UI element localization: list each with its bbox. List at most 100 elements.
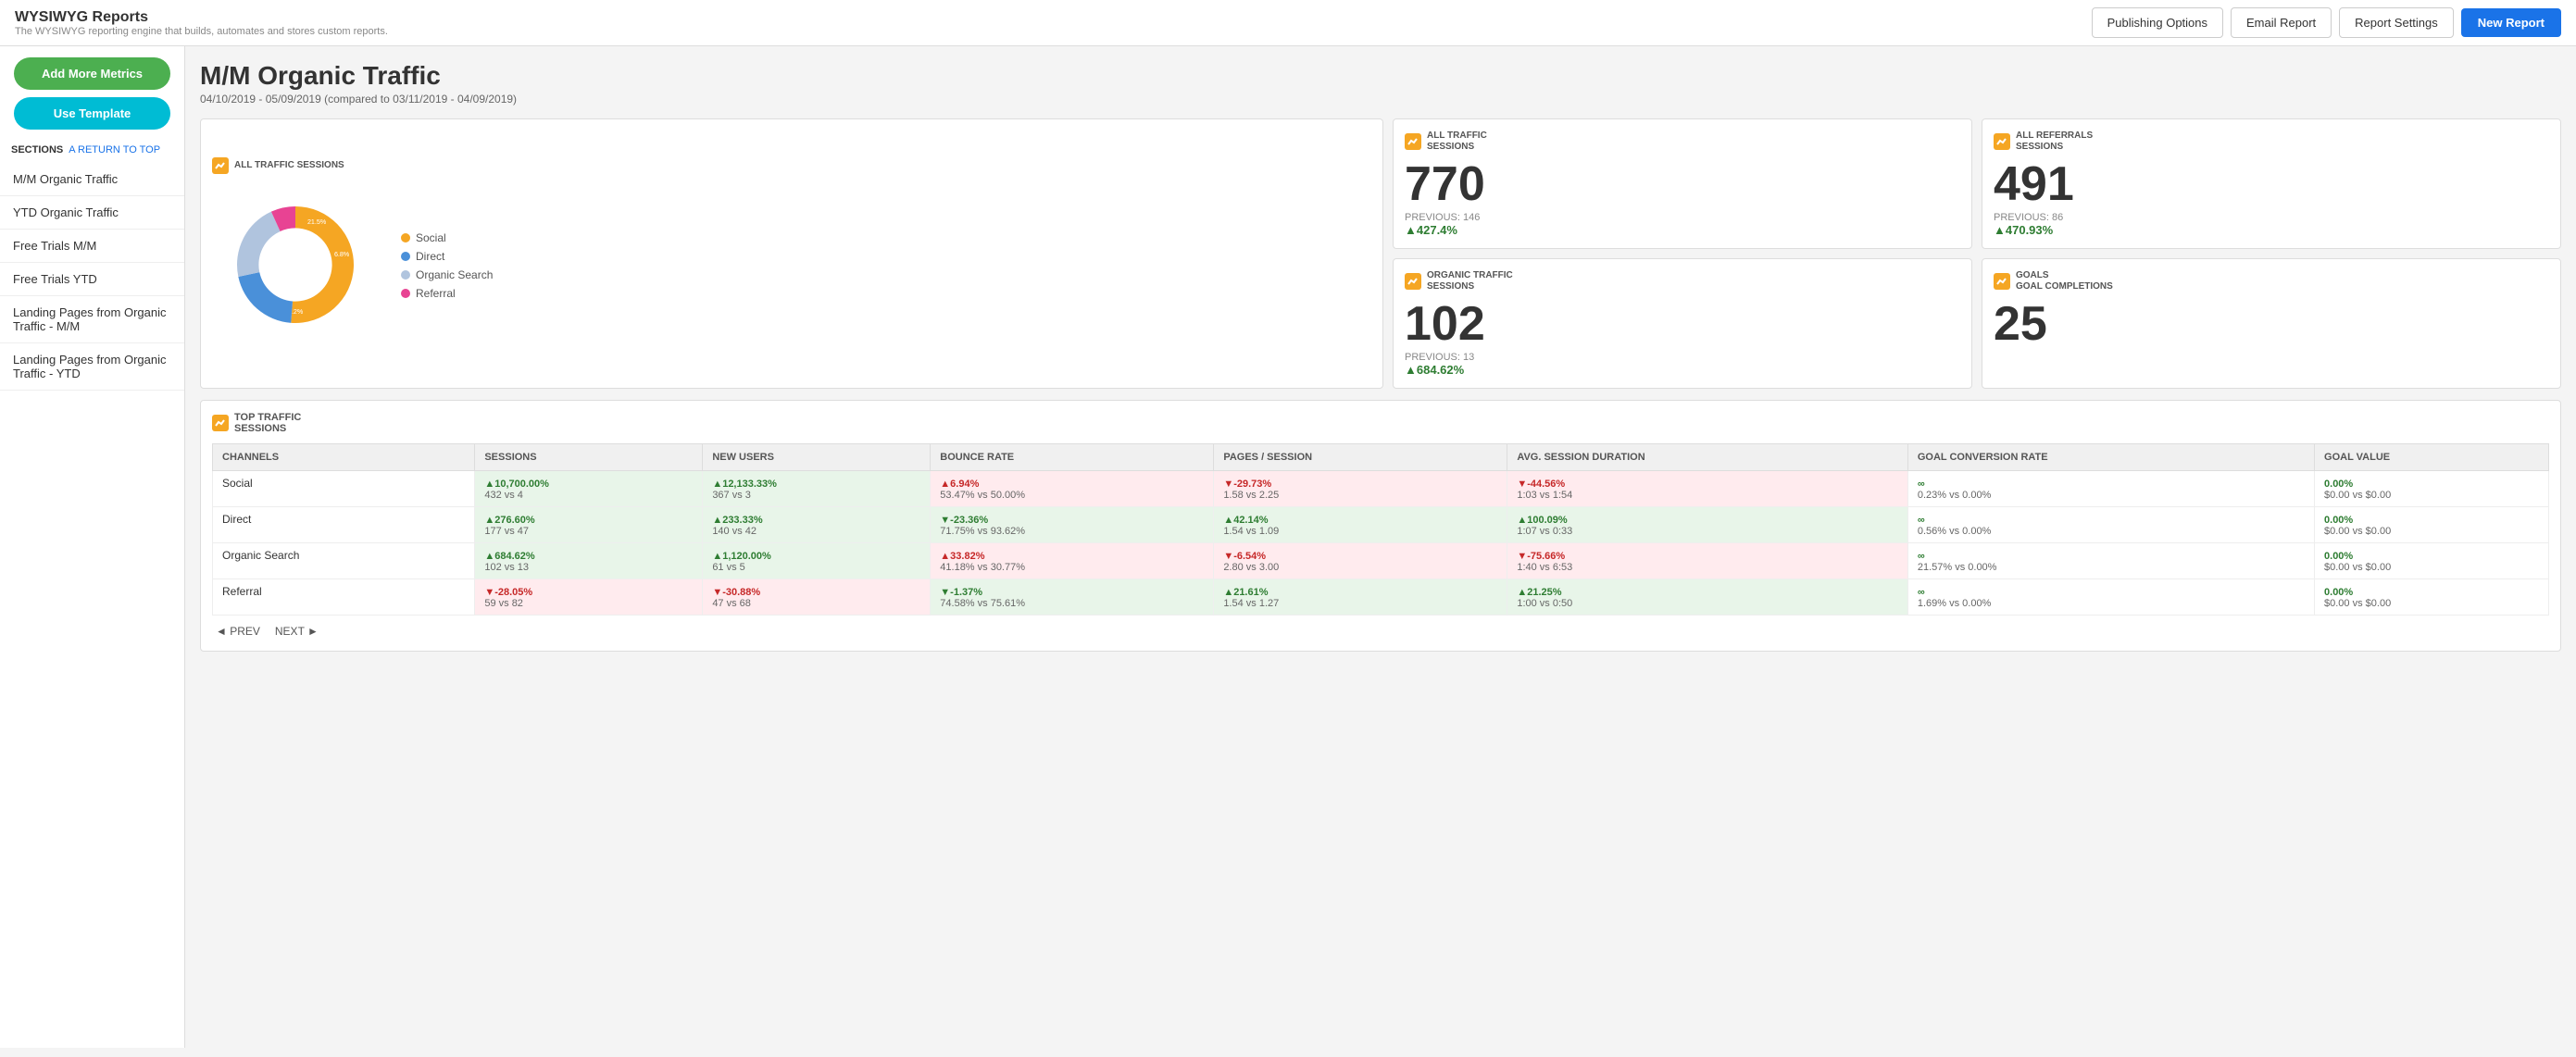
cell-change: ▼-44.56% bbox=[1517, 479, 1565, 490]
metric-cell: ▼-30.88%47 vs 68 bbox=[703, 579, 931, 616]
header-left: WYSIWYG Reports The WYSIWYG reporting en… bbox=[15, 9, 388, 37]
legend-item: Organic Search bbox=[401, 268, 493, 281]
cell-change: ∞ bbox=[1918, 515, 1925, 526]
add-more-metrics-button[interactable]: Add More Metrics bbox=[14, 57, 170, 90]
stat-card-header: ALL REFERRALSSESSIONS bbox=[1994, 131, 2549, 153]
next-page-button[interactable]: NEXT ► bbox=[271, 623, 322, 640]
metric-cell: ▼-1.37%74.58% vs 75.61% bbox=[931, 579, 1214, 616]
report-date-range: 04/10/2019 - 05/09/2019 (compared to 03/… bbox=[200, 93, 2561, 106]
stat-previous: PREVIOUS: 86 bbox=[1994, 212, 2549, 223]
app-title: WYSIWYG Reports bbox=[15, 9, 388, 26]
legend-dot bbox=[401, 289, 410, 298]
metric-cell: ∞0.56% vs 0.00% bbox=[1907, 507, 2314, 543]
cell-sub: 0.23% vs 0.00% bbox=[1918, 490, 2305, 501]
stat-label: ALL REFERRALSSESSIONS bbox=[2016, 131, 2093, 153]
metric-cell: ▼-29.73%1.58 vs 2.25 bbox=[1214, 471, 1507, 507]
sidebar-nav-item[interactable]: YTD Organic Traffic bbox=[0, 196, 184, 230]
cell-change: ▲21.61% bbox=[1223, 587, 1268, 598]
cell-sub: 47 vs 68 bbox=[712, 598, 920, 609]
legend-item: Social bbox=[401, 231, 493, 244]
cell-change: ▼-23.36% bbox=[940, 515, 988, 526]
top-traffic-label: TOP TRAFFIC SESSIONS bbox=[234, 412, 301, 434]
channel-cell: Direct bbox=[213, 507, 475, 543]
top-cards-row: ALL TRAFFIC SESSIONS 51.2%20.5%21.5%6.8%… bbox=[200, 118, 2561, 389]
cell-sub: 140 vs 42 bbox=[712, 526, 920, 537]
cell-sub: 59 vs 82 bbox=[484, 598, 693, 609]
sidebar: Add More Metrics Use Template SECTIONS A… bbox=[0, 46, 185, 1048]
channel-cell: Social bbox=[213, 471, 475, 507]
metric-cell: ▲1,120.00%61 vs 5 bbox=[703, 543, 931, 579]
stat-value: 491 bbox=[1994, 160, 2549, 208]
cell-sub: 74.58% vs 75.61% bbox=[940, 598, 1204, 609]
cell-change: ▼-75.66% bbox=[1517, 551, 1565, 562]
stat-card-all_referrals: ALL REFERRALSSESSIONS 491 PREVIOUS: 86 4… bbox=[1982, 118, 2561, 249]
cell-sub: 21.57% vs 0.00% bbox=[1918, 562, 2305, 573]
cell-change: ▲42.14% bbox=[1223, 515, 1268, 526]
sections-label: SECTIONS bbox=[11, 144, 63, 155]
metric-cell: ▲10,700.00%432 vs 4 bbox=[475, 471, 703, 507]
sidebar-sections-header: SECTIONS A RETURN TO TOP bbox=[0, 141, 184, 159]
cell-sub: 1.54 vs 1.27 bbox=[1223, 598, 1497, 609]
report-title: M/M Organic Traffic bbox=[200, 61, 2561, 91]
metric-cell: ▲100.09%1:07 vs 0:33 bbox=[1507, 507, 1908, 543]
stat-label: ORGANIC TRAFFICSESSIONS bbox=[1427, 270, 1513, 292]
metric-cell: ∞1.69% vs 0.00% bbox=[1907, 579, 2314, 616]
metric-cell: ▲42.14%1.54 vs 1.09 bbox=[1214, 507, 1507, 543]
table-row: Referral▼-28.05%59 vs 82▼-30.88%47 vs 68… bbox=[213, 579, 2549, 616]
return-to-top-link[interactable]: A RETURN TO TOP bbox=[69, 144, 160, 155]
sidebar-nav-item[interactable]: Free Trials M/M bbox=[0, 230, 184, 263]
sidebar-nav-item[interactable]: Free Trials YTD bbox=[0, 263, 184, 296]
legend-label: Referral bbox=[416, 287, 456, 300]
stat-previous: PREVIOUS: 13 bbox=[1405, 352, 1960, 363]
sidebar-nav-item[interactable]: Landing Pages from Organic Traffic - YTD bbox=[0, 343, 184, 391]
new-report-button[interactable]: New Report bbox=[2461, 8, 2561, 37]
table-header-cell: AVG. SESSION DURATION bbox=[1507, 444, 1908, 471]
use-template-button[interactable]: Use Template bbox=[14, 97, 170, 130]
metric-cell: ▲21.61%1.54 vs 1.27 bbox=[1214, 579, 1507, 616]
donut-title-text: ALL TRAFFIC SESSIONS bbox=[234, 160, 344, 170]
metric-cell: ▼-44.56%1:03 vs 1:54 bbox=[1507, 471, 1908, 507]
sidebar-nav-item[interactable]: M/M Organic Traffic bbox=[0, 163, 184, 196]
cell-sub: 1:40 vs 6:53 bbox=[1517, 562, 1898, 573]
cell-change: 0.00% bbox=[2324, 479, 2353, 490]
report-settings-button[interactable]: Report Settings bbox=[2339, 7, 2454, 38]
legend-dot bbox=[401, 252, 410, 261]
stat-icon bbox=[1994, 133, 2010, 150]
stat-card-goals: GOALSGOAL COMPLETIONS 25 bbox=[1982, 258, 2561, 389]
prev-page-button[interactable]: ◄ PREV bbox=[212, 623, 264, 640]
table-header-cell: GOAL VALUE bbox=[2315, 444, 2549, 471]
header-right: Publishing Options Email Report Report S… bbox=[2092, 7, 2561, 38]
stat-card-header: ALL TRAFFICSESSIONS bbox=[1405, 131, 1960, 153]
stat-change: 427.4% bbox=[1405, 223, 1960, 237]
cell-sub: 0.56% vs 0.00% bbox=[1918, 526, 2305, 537]
donut-segment bbox=[238, 272, 293, 323]
donut-label: 6.8% bbox=[334, 250, 350, 258]
cell-change: ▼-30.88% bbox=[712, 587, 760, 598]
cell-sub: 1.69% vs 0.00% bbox=[1918, 598, 2305, 609]
triangle-up-icon bbox=[1405, 363, 1417, 377]
metric-cell: ▼-28.05%59 vs 82 bbox=[475, 579, 703, 616]
table-header-cell: GOAL CONVERSION RATE bbox=[1907, 444, 2314, 471]
stat-icon bbox=[1994, 273, 2010, 290]
cell-sub: 2.80 vs 3.00 bbox=[1223, 562, 1497, 573]
publishing-options-button[interactable]: Publishing Options bbox=[2092, 7, 2223, 38]
stat-icon bbox=[1405, 133, 1421, 150]
cell-sub: 53.47% vs 50.00% bbox=[940, 490, 1204, 501]
stat-label: ALL TRAFFICSESSIONS bbox=[1427, 131, 1487, 153]
metric-cell: ▲21.25%1:00 vs 0:50 bbox=[1507, 579, 1908, 616]
email-report-button[interactable]: Email Report bbox=[2231, 7, 2332, 38]
cell-change: ▲12,133.33% bbox=[712, 479, 777, 490]
stat-card-organic_traffic: ORGANIC TRAFFICSESSIONS 102 PREVIOUS: 13… bbox=[1393, 258, 1972, 389]
triangle-up-icon bbox=[1994, 223, 2006, 237]
sidebar-nav-item[interactable]: Landing Pages from Organic Traffic - M/M bbox=[0, 296, 184, 343]
metric-cell: ▼-23.36%71.75% vs 93.62% bbox=[931, 507, 1214, 543]
donut-card-header: ALL TRAFFIC SESSIONS 51.2%20.5%21.5%6.8%… bbox=[212, 157, 493, 351]
cell-change: ▲100.09% bbox=[1517, 515, 1567, 526]
stat-change: 684.62% bbox=[1405, 363, 1960, 377]
cell-sub: 71.75% vs 93.62% bbox=[940, 526, 1204, 537]
metric-cell: ▲233.33%140 vs 42 bbox=[703, 507, 931, 543]
metric-cell: 0.00%$0.00 vs $0.00 bbox=[2315, 579, 2549, 616]
cell-sub: 61 vs 5 bbox=[712, 562, 920, 573]
stat-value: 102 bbox=[1405, 300, 1960, 348]
table-header-cell: SESSIONS bbox=[475, 444, 703, 471]
